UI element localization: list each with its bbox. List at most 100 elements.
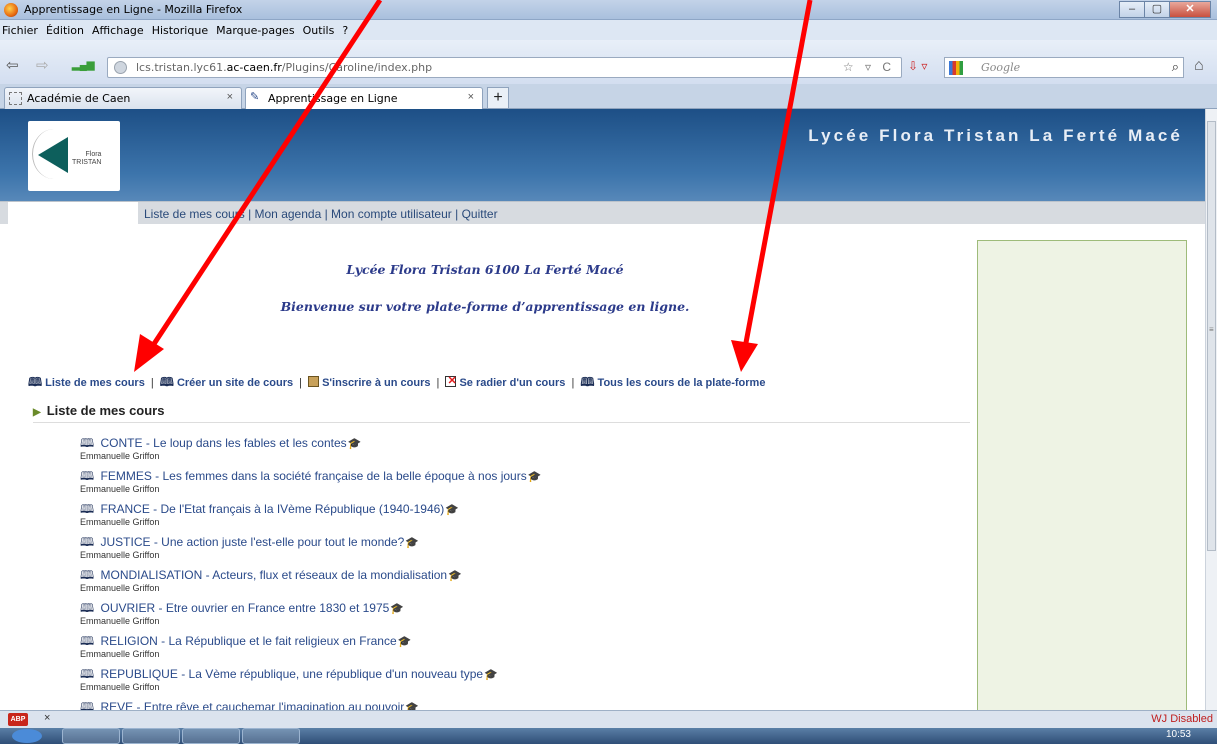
menu-historique[interactable]: Historique xyxy=(152,24,208,37)
tab-apprentissage[interactable]: ✎ Apprentissage en Ligne × xyxy=(245,87,483,109)
window-title: Apprentissage en Ligne - Mozilla Firefox xyxy=(24,3,243,16)
triangle-right-icon: ▶ xyxy=(33,407,41,418)
bookmark-star-icon[interactable]: ☆ ▿ C xyxy=(843,60,895,74)
course-title[interactable]: FRANCE - De l'Etat français à la IVème R… xyxy=(101,502,445,516)
graduation-cap-icon: 🎓 xyxy=(405,702,419,710)
action-se-radier[interactable]: Se radier d'un cours xyxy=(459,377,565,389)
minimize-button[interactable]: ‒ xyxy=(1119,1,1145,18)
site-banner: Flora TRISTAN Lycée Flora Tristan La Fer… xyxy=(0,109,1205,201)
course-teacher: Emmanuelle Griffon xyxy=(80,517,160,527)
certificate-icon xyxy=(308,376,320,387)
graduation-cap-icon: 🎓 xyxy=(347,438,362,450)
tab-label: Académie de Caen xyxy=(27,92,131,105)
url-text: lcs.tristan.lyc61.ac-caen.fr/Plugins/Car… xyxy=(136,61,433,74)
course-actions: 🕮 Liste de mes cours | 🕮 Créer un site de … xyxy=(28,373,765,394)
welcome-school-name: Lycée Flora Tristan 6100 La Ferté Macé xyxy=(346,262,624,277)
course-teacher: Emmanuelle Griffon xyxy=(80,616,160,626)
graduation-cap-icon: 🎓 xyxy=(445,504,459,516)
course-teacher: Emmanuelle Griffon xyxy=(80,484,160,494)
action-sinscrire[interactable]: S'inscrire à un cours xyxy=(322,377,430,389)
graduation-cap-icon: 🎓 xyxy=(527,471,542,483)
forward-arrow-icon[interactable]: ⇨ xyxy=(36,56,49,74)
course-title[interactable]: RELIGION - La République et le fait reli… xyxy=(101,634,397,648)
blank-page-icon xyxy=(9,92,22,105)
menu-marque-pages[interactable]: Marque-pages xyxy=(216,24,294,37)
user-links: Liste de mes cours | Mon agenda | Mon co… xyxy=(144,207,498,221)
link-liste-mes-cours[interactable]: Liste de mes cours xyxy=(144,207,245,221)
search-icon[interactable]: ⌕ xyxy=(1172,59,1179,75)
course-teacher: Emmanuelle Griffon xyxy=(80,682,160,692)
graduation-cap-icon: 🎓 xyxy=(484,669,498,681)
google-icon[interactable] xyxy=(949,61,963,75)
taskbar-word-button[interactable] xyxy=(242,728,300,744)
maximize-button[interactable]: ▢ xyxy=(1144,1,1170,18)
close-tab-icon[interactable]: × xyxy=(227,91,233,103)
course-title[interactable]: CONTE - Le loup dans les fables et les c… xyxy=(101,436,347,450)
start-button-icon[interactable] xyxy=(12,729,42,743)
url-bar[interactable]: lcs.tristan.lyc61.ac-caen.fr/Plugins/Car… xyxy=(107,57,902,78)
graduation-cap-icon: 🎓 xyxy=(390,603,405,615)
link-mon-compte[interactable]: Mon compte utilisateur xyxy=(331,207,452,221)
logo-text: Flora TRISTAN xyxy=(72,151,102,166)
wj-status[interactable]: WJ Disabled xyxy=(1151,713,1213,725)
taskbar-explorer-button[interactable] xyxy=(122,728,180,744)
link-mon-agenda[interactable]: Mon agenda xyxy=(255,207,322,221)
action-liste-mes-cours[interactable]: Liste de mes cours xyxy=(45,377,145,389)
course-title[interactable]: MONDIALISATION - Acteurs, flux et réseau… xyxy=(101,568,448,582)
tab-academie[interactable]: Académie de Caen × xyxy=(4,87,242,109)
menu-affichage[interactable]: Affichage xyxy=(92,24,144,37)
page-favicon-icon: ✎ xyxy=(250,91,260,103)
menu-edition[interactable]: Édition xyxy=(46,24,84,37)
book-icon: 🕮 xyxy=(28,375,43,389)
action-creer-site[interactable]: Créer un site de cours xyxy=(177,377,293,389)
close-addon-bar-icon[interactable]: × xyxy=(44,712,50,724)
graduation-cap-icon: 🎓 xyxy=(397,636,412,648)
menu-outils[interactable]: Outils xyxy=(303,24,335,37)
course-teacher: Emmanuelle Griffon xyxy=(80,451,160,461)
back-arrow-icon[interactable]: ⇦ xyxy=(6,56,19,74)
adblock-icon[interactable]: ABP xyxy=(8,713,28,726)
scrollbar-thumb[interactable] xyxy=(1207,121,1216,551)
site-identity-icon[interactable] xyxy=(114,61,127,74)
remove-icon xyxy=(445,374,457,387)
status-bar: ABP × WJ Disabled xyxy=(0,710,1217,728)
navigation-toolbar: ⇦ ⇨ ▂▄▆ lcs.tristan.lyc61.ac-caen.fr/Plu… xyxy=(0,40,1217,84)
taskbar-firefox-button[interactable] xyxy=(182,728,240,744)
search-box[interactable]: Google ⌕ xyxy=(944,57,1184,78)
menu-fichier[interactable]: Fichier xyxy=(2,24,38,37)
addon-download-icon[interactable]: ⇩ ▿ xyxy=(908,59,927,73)
signal-bars-icon: ▂▄▆ xyxy=(72,60,95,71)
book-icon: 🕮 xyxy=(580,375,595,389)
vertical-scrollbar[interactable]: ≡ xyxy=(1205,109,1217,710)
tab-label: Apprentissage en Ligne xyxy=(268,92,398,105)
home-icon[interactable]: ⌂ xyxy=(1194,57,1204,75)
site-title: Lycée Flora Tristan La Ferté Macé xyxy=(808,126,1183,145)
school-logo[interactable]: Flora TRISTAN xyxy=(28,121,120,191)
course-title[interactable]: REVE - Entre rêve et cauchemar l'imagina… xyxy=(101,700,405,710)
separator: | xyxy=(436,377,440,389)
close-tab-icon[interactable]: × xyxy=(468,91,474,103)
graduation-cap-icon: 🎓 xyxy=(448,570,462,582)
course-title[interactable]: FEMMES - Les femmes dans la société fran… xyxy=(101,469,527,483)
section-divider xyxy=(33,422,970,423)
taskbar-ie-button[interactable] xyxy=(62,728,120,744)
user-menu-bar: Liste de mes cours | Mon agenda | Mon co… xyxy=(0,201,1205,225)
action-tous-les-cours[interactable]: Tous les cours de la plate-forme xyxy=(598,377,766,389)
link-quitter[interactable]: Quitter xyxy=(462,207,498,221)
course-title[interactable]: OUVRIER - Etre ouvrier en France entre 1… xyxy=(101,601,390,615)
window-controls: ‒ ▢ ✕ xyxy=(1119,1,1211,18)
close-window-button[interactable]: ✕ xyxy=(1169,1,1211,18)
course-link[interactable]: 🕮 REVE - Entre rêve et cauchemar l'imagi… xyxy=(80,698,419,710)
course-teacher: Emmanuelle Griffon xyxy=(80,649,160,659)
course-teacher: Emmanuelle Griffon xyxy=(80,550,160,560)
course-title[interactable]: REPUBLIQUE - La Vème république, une rép… xyxy=(101,667,484,681)
new-tab-button[interactable]: + xyxy=(487,87,509,109)
course-title[interactable]: JUSTICE - Une action juste l'est-elle po… xyxy=(101,535,405,549)
window-titlebar: Apprentissage en Ligne - Mozilla Firefox… xyxy=(0,0,1217,20)
graduation-cap-icon: 🎓 xyxy=(405,537,419,549)
menu-help[interactable]: ? xyxy=(342,24,348,37)
separator: | xyxy=(299,377,303,389)
book-icon: 🕮 xyxy=(159,375,174,389)
welcome-message: Bienvenue sur votre plate-forme d’appren… xyxy=(280,299,690,314)
section-heading: ▶ Liste de mes cours xyxy=(33,403,164,418)
